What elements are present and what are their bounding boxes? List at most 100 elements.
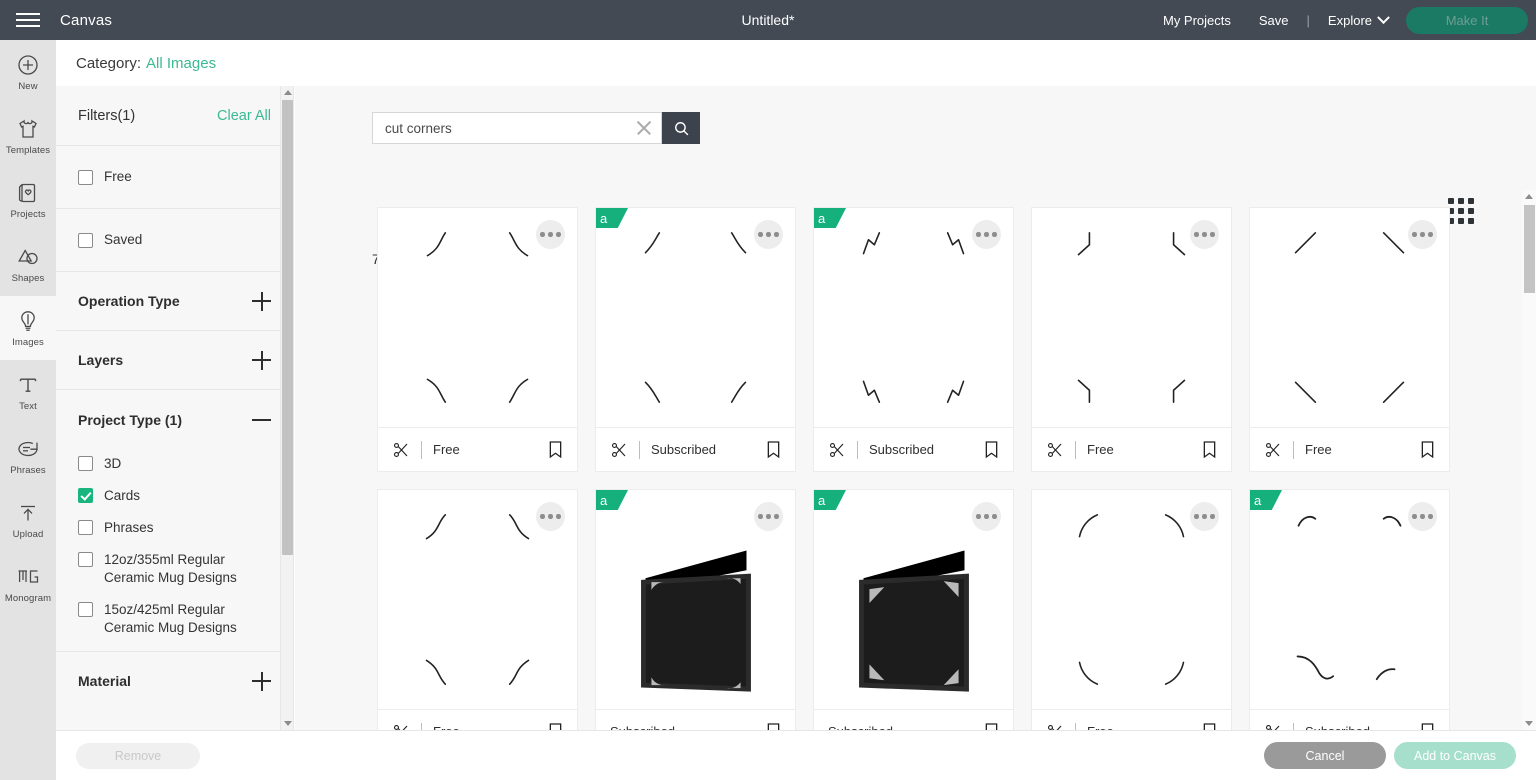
explore-dropdown[interactable]: Explore xyxy=(1314,13,1398,28)
checkbox-phrases[interactable] xyxy=(78,520,93,535)
make-it-button[interactable]: Make It xyxy=(1406,7,1528,34)
image-card[interactable]: a Subscribed xyxy=(1249,489,1450,754)
card-artwork[interactable]: a xyxy=(1250,490,1449,709)
bookmark-icon[interactable] xyxy=(766,440,781,459)
card-artwork[interactable] xyxy=(378,490,577,709)
scroll-up-arrow-icon[interactable] xyxy=(1522,190,1536,203)
filters-scrollbar[interactable] xyxy=(280,86,293,730)
card-artwork[interactable] xyxy=(378,208,577,427)
ellipsis-icon[interactable] xyxy=(1190,502,1219,531)
ellipsis-icon[interactable] xyxy=(754,220,783,249)
bookmark-icon[interactable] xyxy=(548,440,563,459)
checkbox-row-3d[interactable]: 3D xyxy=(56,455,293,473)
ellipsis-icon[interactable] xyxy=(536,502,565,531)
checkbox-row-phrases[interactable]: Phrases xyxy=(56,519,293,537)
sidebar-label-shapes: Shapes xyxy=(12,273,45,284)
cancel-button[interactable]: Cancel xyxy=(1264,742,1386,769)
card-artwork[interactable] xyxy=(1032,490,1231,709)
image-card[interactable]: a Subscribed xyxy=(595,207,796,472)
search-input[interactable]: cut corners xyxy=(372,112,662,144)
ellipsis-icon[interactable] xyxy=(1408,502,1437,531)
scroll-down-arrow-icon[interactable] xyxy=(281,717,294,730)
ellipsis-icon[interactable] xyxy=(536,220,565,249)
image-card[interactable]: Free xyxy=(377,207,578,472)
footer-divider xyxy=(421,441,422,459)
checkbox-3d[interactable] xyxy=(78,456,93,471)
results-scrollbar[interactable] xyxy=(1522,190,1536,730)
plus-icon[interactable] xyxy=(252,672,271,691)
card-artwork[interactable] xyxy=(1032,208,1231,427)
image-card[interactable]: a Subscribed xyxy=(813,489,1014,754)
my-projects-link[interactable]: My Projects xyxy=(1149,13,1245,28)
bookmark-icon[interactable] xyxy=(984,440,999,459)
filter-section-layers[interactable]: Layers xyxy=(56,331,293,390)
results-scroll-thumb[interactable] xyxy=(1524,205,1535,293)
access-badge-letter: a xyxy=(814,208,846,228)
checkbox-free[interactable] xyxy=(78,170,93,185)
sidebar-item-phrases[interactable]: Phrases xyxy=(0,424,56,488)
access-badge: a xyxy=(814,490,846,516)
sidebar-item-new[interactable]: New xyxy=(0,40,56,104)
sidebar-item-text[interactable]: Text xyxy=(0,360,56,424)
search-row: cut corners xyxy=(372,112,700,144)
card-artwork[interactable] xyxy=(1250,208,1449,427)
card-artwork[interactable]: a xyxy=(596,490,795,709)
checkbox-mug-12oz[interactable] xyxy=(78,552,93,567)
checkbox-row-mug-12oz[interactable]: 12oz/355ml Regular Ceramic Mug Designs xyxy=(56,551,293,587)
search-button[interactable] xyxy=(662,112,700,144)
card-artwork[interactable]: a xyxy=(814,208,1013,427)
filter-checkbox-free[interactable]: Free xyxy=(56,146,293,209)
category-value-link[interactable]: All Images xyxy=(146,55,216,72)
bookmark-icon[interactable] xyxy=(1202,440,1217,459)
card-artwork[interactable]: a xyxy=(814,490,1013,709)
image-card[interactable]: a Subscribed xyxy=(813,207,1014,472)
checkbox-label-3d: 3D xyxy=(104,455,121,473)
ellipsis-icon[interactable] xyxy=(1190,220,1219,249)
sidebar-label-new: New xyxy=(18,81,37,92)
sidebar-item-monogram[interactable]: Monogram xyxy=(0,552,56,616)
image-card[interactable]: Free xyxy=(1249,207,1450,472)
remove-button[interactable]: Remove xyxy=(76,743,200,769)
add-to-canvas-button[interactable]: Add to Canvas xyxy=(1394,742,1516,769)
filter-section-operation-type[interactable]: Operation Type xyxy=(56,272,293,331)
sidebar-item-images[interactable]: Images xyxy=(0,296,56,360)
checkbox-row-cards[interactable]: Cards xyxy=(56,487,293,505)
sidebar-item-shapes[interactable]: Shapes xyxy=(0,232,56,296)
plus-circle-icon xyxy=(16,53,40,77)
ellipsis-icon[interactable] xyxy=(1408,220,1437,249)
access-badge-letter: a xyxy=(1250,490,1282,510)
plus-icon[interactable] xyxy=(252,351,271,370)
checkbox-saved[interactable] xyxy=(78,233,93,248)
checkbox-row-mug-15oz[interactable]: 15oz/425ml Regular Ceramic Mug Designs xyxy=(56,601,293,637)
card-license-label: Free xyxy=(1305,442,1420,457)
filter-section-project-type[interactable]: Project Type (1) xyxy=(56,390,293,449)
save-button[interactable]: Save xyxy=(1245,13,1303,28)
image-card[interactable]: Free xyxy=(1031,207,1232,472)
hamburger-menu-icon[interactable] xyxy=(0,0,56,40)
scroll-up-arrow-icon[interactable] xyxy=(281,86,294,99)
plus-icon[interactable] xyxy=(252,292,271,311)
close-x-icon[interactable] xyxy=(635,119,653,137)
ellipsis-icon[interactable] xyxy=(972,502,1001,531)
sidebar-item-templates[interactable]: Templates xyxy=(0,104,56,168)
filters-scroll-thumb[interactable] xyxy=(282,100,293,555)
checkbox-mug-15oz[interactable] xyxy=(78,602,93,617)
ellipsis-icon[interactable] xyxy=(754,502,783,531)
scroll-down-arrow-icon[interactable] xyxy=(1522,717,1536,730)
card-artwork[interactable]: a xyxy=(596,208,795,427)
sidebar-item-upload[interactable]: Upload xyxy=(0,488,56,552)
checkbox-cards[interactable] xyxy=(78,488,93,503)
image-card[interactable]: Free xyxy=(1031,489,1232,754)
filter-checkbox-saved[interactable]: Saved xyxy=(56,209,293,272)
bookmark-icon[interactable] xyxy=(1420,440,1435,459)
image-card[interactable]: Free xyxy=(377,489,578,754)
scissors-icon xyxy=(1046,441,1064,459)
minus-icon[interactable] xyxy=(252,410,271,429)
ellipsis-icon[interactable] xyxy=(972,220,1001,249)
sidebar-label-monogram: Monogram xyxy=(5,593,51,604)
sidebar-item-projects[interactable]: Projects xyxy=(0,168,56,232)
filter-section-material[interactable]: Material xyxy=(56,651,293,710)
bottom-action-bar: Remove Cancel Add to Canvas xyxy=(56,730,1536,780)
clear-all-button[interactable]: Clear All xyxy=(217,108,271,124)
image-card[interactable]: a Subscribed xyxy=(595,489,796,754)
